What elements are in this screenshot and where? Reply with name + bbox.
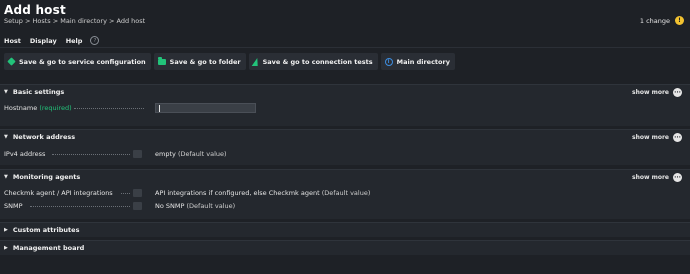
page-header: Add host Setup > Hosts > Main directory … — [0, 0, 690, 32]
snmp-row: SNMP No SNMP (Default value) — [0, 201, 690, 211]
expand-triangle-icon[interactable]: ▶ — [4, 245, 8, 251]
button-label: Save & go to service configuration — [19, 57, 146, 66]
show-more-button[interactable]: show more ··· — [632, 88, 682, 97]
button-label: Save & go to folder — [169, 57, 241, 66]
ipv4-label: IPv4 address — [4, 150, 46, 158]
section-title: Network address — [12, 133, 76, 141]
show-more-label: show more — [632, 134, 669, 141]
agent-checkbox[interactable] — [133, 189, 142, 197]
action-toolbar: Save & go to service configuration Save … — [4, 53, 455, 70]
more-dots-icon[interactable]: ··· — [673, 88, 682, 97]
section-management-board: ▶ Management board — [0, 240, 690, 255]
section-basic-settings: ▼ Basic settings show more ··· Hostname … — [0, 84, 690, 126]
folder-icon — [157, 56, 166, 65]
section-title: Basic settings — [12, 88, 65, 96]
section-header[interactable]: ▶ Custom attributes — [0, 223, 690, 237]
dotted-leader — [52, 154, 130, 155]
expand-triangle-icon[interactable]: ▶ — [4, 227, 8, 233]
ipv4-value-text: empty — [155, 150, 176, 158]
cube-icon — [7, 57, 16, 66]
dotted-leader — [121, 193, 130, 194]
dotted-leader — [74, 108, 144, 109]
section-header[interactable]: ▼ Network address — [0, 130, 690, 144]
save-connection-tests-button[interactable]: Save & go to connection tests — [248, 53, 378, 70]
info-icon: i — [384, 57, 393, 66]
save-service-config-button[interactable]: Save & go to service configuration — [4, 53, 151, 70]
help-toggle-icon[interactable]: ? — [90, 36, 100, 45]
default-value-note: (Default value) — [321, 189, 371, 197]
snmp-value: No SNMP (Default value) — [155, 202, 235, 210]
hostname-label-text: Hostname — [4, 104, 38, 112]
collapse-triangle-icon[interactable]: ▼ — [4, 134, 8, 140]
snmp-label: SNMP — [4, 202, 23, 210]
agent-value: API integrations if configured, else Che… — [155, 189, 370, 197]
collapse-triangle-icon[interactable]: ▼ — [4, 174, 8, 180]
breadcrumb[interactable]: Setup > Hosts > Main directory > Add hos… — [4, 17, 145, 25]
section-header[interactable]: ▶ Management board — [0, 241, 690, 255]
more-dots-icon[interactable]: ··· — [673, 133, 682, 142]
section-network-address: ▼ Network address show more ··· IPv4 add… — [0, 129, 690, 165]
section-title: Custom attributes — [12, 226, 80, 234]
page-title: Add host — [4, 3, 66, 17]
text-caret — [159, 105, 160, 112]
ipv4-checkbox[interactable] — [133, 150, 142, 158]
menu-bar: Host Display Help ? — [0, 34, 690, 48]
changes-count[interactable]: 1 change — [640, 17, 670, 25]
menu-help[interactable]: Help — [62, 37, 88, 45]
show-more-label: show more — [632, 89, 669, 96]
hostname-input[interactable] — [155, 103, 256, 113]
main-directory-button[interactable]: i Main directory — [380, 53, 455, 70]
section-title: Management board — [12, 244, 85, 252]
bolt-icon — [251, 57, 260, 66]
snmp-checkbox[interactable] — [133, 202, 142, 210]
agent-label: Checkmk agent / API integrations — [4, 189, 113, 197]
more-dots-icon[interactable]: ··· — [673, 173, 682, 182]
dotted-leader — [30, 206, 130, 207]
pending-changes[interactable]: 1 change ! — [640, 16, 684, 25]
ipv4-row: IPv4 address empty (Default value) — [0, 149, 690, 159]
snmp-value-text: No SNMP — [155, 202, 185, 210]
button-label: Save & go to connection tests — [262, 57, 373, 66]
default-value-note: (Default value) — [186, 202, 236, 210]
required-marker: (required) — [39, 104, 72, 112]
section-header[interactable]: ▼ Monitoring agents — [0, 170, 690, 184]
section-custom-attributes: ▶ Custom attributes — [0, 222, 690, 237]
show-more-button[interactable]: show more ··· — [632, 173, 682, 182]
menu-host[interactable]: Host — [0, 37, 26, 45]
hostname-row: Hostname (required) — [0, 103, 690, 113]
show-more-label: show more — [632, 174, 669, 181]
show-more-button[interactable]: show more ··· — [632, 133, 682, 142]
agent-value-text: API integrations if configured, else Che… — [155, 189, 320, 197]
section-monitoring-agents: ▼ Monitoring agents show more ··· Checkm… — [0, 169, 690, 219]
save-folder-button[interactable]: Save & go to folder — [153, 53, 246, 70]
agent-row: Checkmk agent / API integrations API int… — [0, 188, 690, 198]
default-value-note: (Default value) — [177, 150, 227, 158]
ipv4-value: empty (Default value) — [155, 150, 227, 158]
section-header[interactable]: ▼ Basic settings — [0, 85, 690, 99]
button-label: Main directory — [396, 57, 450, 66]
collapse-triangle-icon[interactable]: ▼ — [4, 89, 8, 95]
section-title: Monitoring agents — [12, 173, 81, 181]
menu-display[interactable]: Display — [26, 37, 62, 45]
warning-icon[interactable]: ! — [675, 16, 684, 25]
hostname-label: Hostname (required) — [4, 104, 72, 112]
